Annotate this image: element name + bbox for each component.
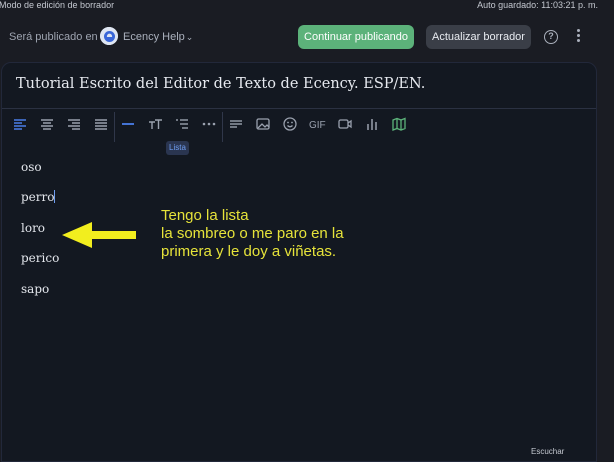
publish-row: Será publicado en Ecency Help⌄ Continuar… — [0, 24, 614, 50]
gif-icon[interactable]: GIF — [309, 120, 326, 131]
top-status-bar: Modo de edición de borrador Auto guardad… — [0, 0, 614, 12]
autosave-status: Auto guardado: 11:03:21 p. m. — [477, 0, 598, 10]
image-icon[interactable] — [255, 112, 273, 138]
toolbar-divider — [114, 112, 115, 142]
list-item[interactable]: oso — [21, 160, 42, 174]
community-selector[interactable]: Ecency Help⌄ — [123, 31, 193, 43]
list-item[interactable]: loro — [21, 221, 45, 235]
emoji-icon[interactable] — [282, 112, 300, 138]
post-title[interactable]: Tutorial Escrito del Editor de Texto de … — [16, 76, 425, 92]
heading-icon[interactable] — [120, 112, 138, 138]
community-avatar[interactable] — [100, 27, 118, 45]
annotation-line: primera y le doy a viñetas. — [161, 243, 337, 260]
annotation-note: Tengo la lista la sombreo o me paro en l… — [161, 207, 344, 261]
paragraph-icon[interactable] — [228, 112, 246, 138]
text-size-icon[interactable] — [147, 112, 165, 138]
video-icon[interactable] — [337, 112, 355, 138]
list-item-text: perro — [21, 190, 55, 204]
list-item[interactable]: perro — [21, 190, 56, 204]
align-right-icon[interactable] — [66, 112, 84, 138]
annotation-line: la sombreo o me paro en la — [161, 225, 344, 242]
help-icon[interactable]: ? — [544, 30, 558, 44]
align-center-icon[interactable] — [39, 112, 57, 138]
list-icon[interactable] — [174, 112, 192, 138]
align-left-icon[interactable] — [12, 112, 30, 138]
draft-mode-label: Modo de edición de borrador — [0, 0, 115, 10]
update-draft-button[interactable]: Actualizar borrador — [426, 25, 531, 49]
chart-icon[interactable] — [364, 112, 382, 138]
map-icon[interactable] — [391, 112, 409, 138]
editor-panel: Tutorial Escrito del Editor de Texto de … — [1, 62, 597, 462]
ecency-logo-icon — [100, 27, 118, 45]
annotation-line: Tengo la lista — [161, 207, 249, 224]
text-cursor — [54, 190, 56, 203]
yellow-arrow-icon — [62, 222, 136, 248]
more-options-icon[interactable] — [574, 27, 582, 45]
publish-target-label: Será publicado en — [9, 31, 98, 43]
toolbar-tooltip: Lista — [166, 141, 189, 155]
list-item[interactable]: perico — [21, 251, 59, 265]
right-edge-strip — [598, 62, 614, 454]
community-name: Ecency Help — [123, 31, 185, 43]
align-justify-icon[interactable] — [93, 112, 111, 138]
footer-text[interactable]: Escuchar — [531, 447, 564, 456]
more-tools-icon[interactable] — [201, 112, 219, 138]
title-field[interactable]: Tutorial Escrito del Editor de Texto de … — [2, 63, 596, 109]
chevron-down-icon: ⌄ — [185, 32, 194, 42]
list-item[interactable]: sapo — [21, 282, 49, 296]
continue-publishing-button[interactable]: Continuar publicando — [298, 25, 414, 49]
toolbar-divider — [222, 112, 223, 142]
